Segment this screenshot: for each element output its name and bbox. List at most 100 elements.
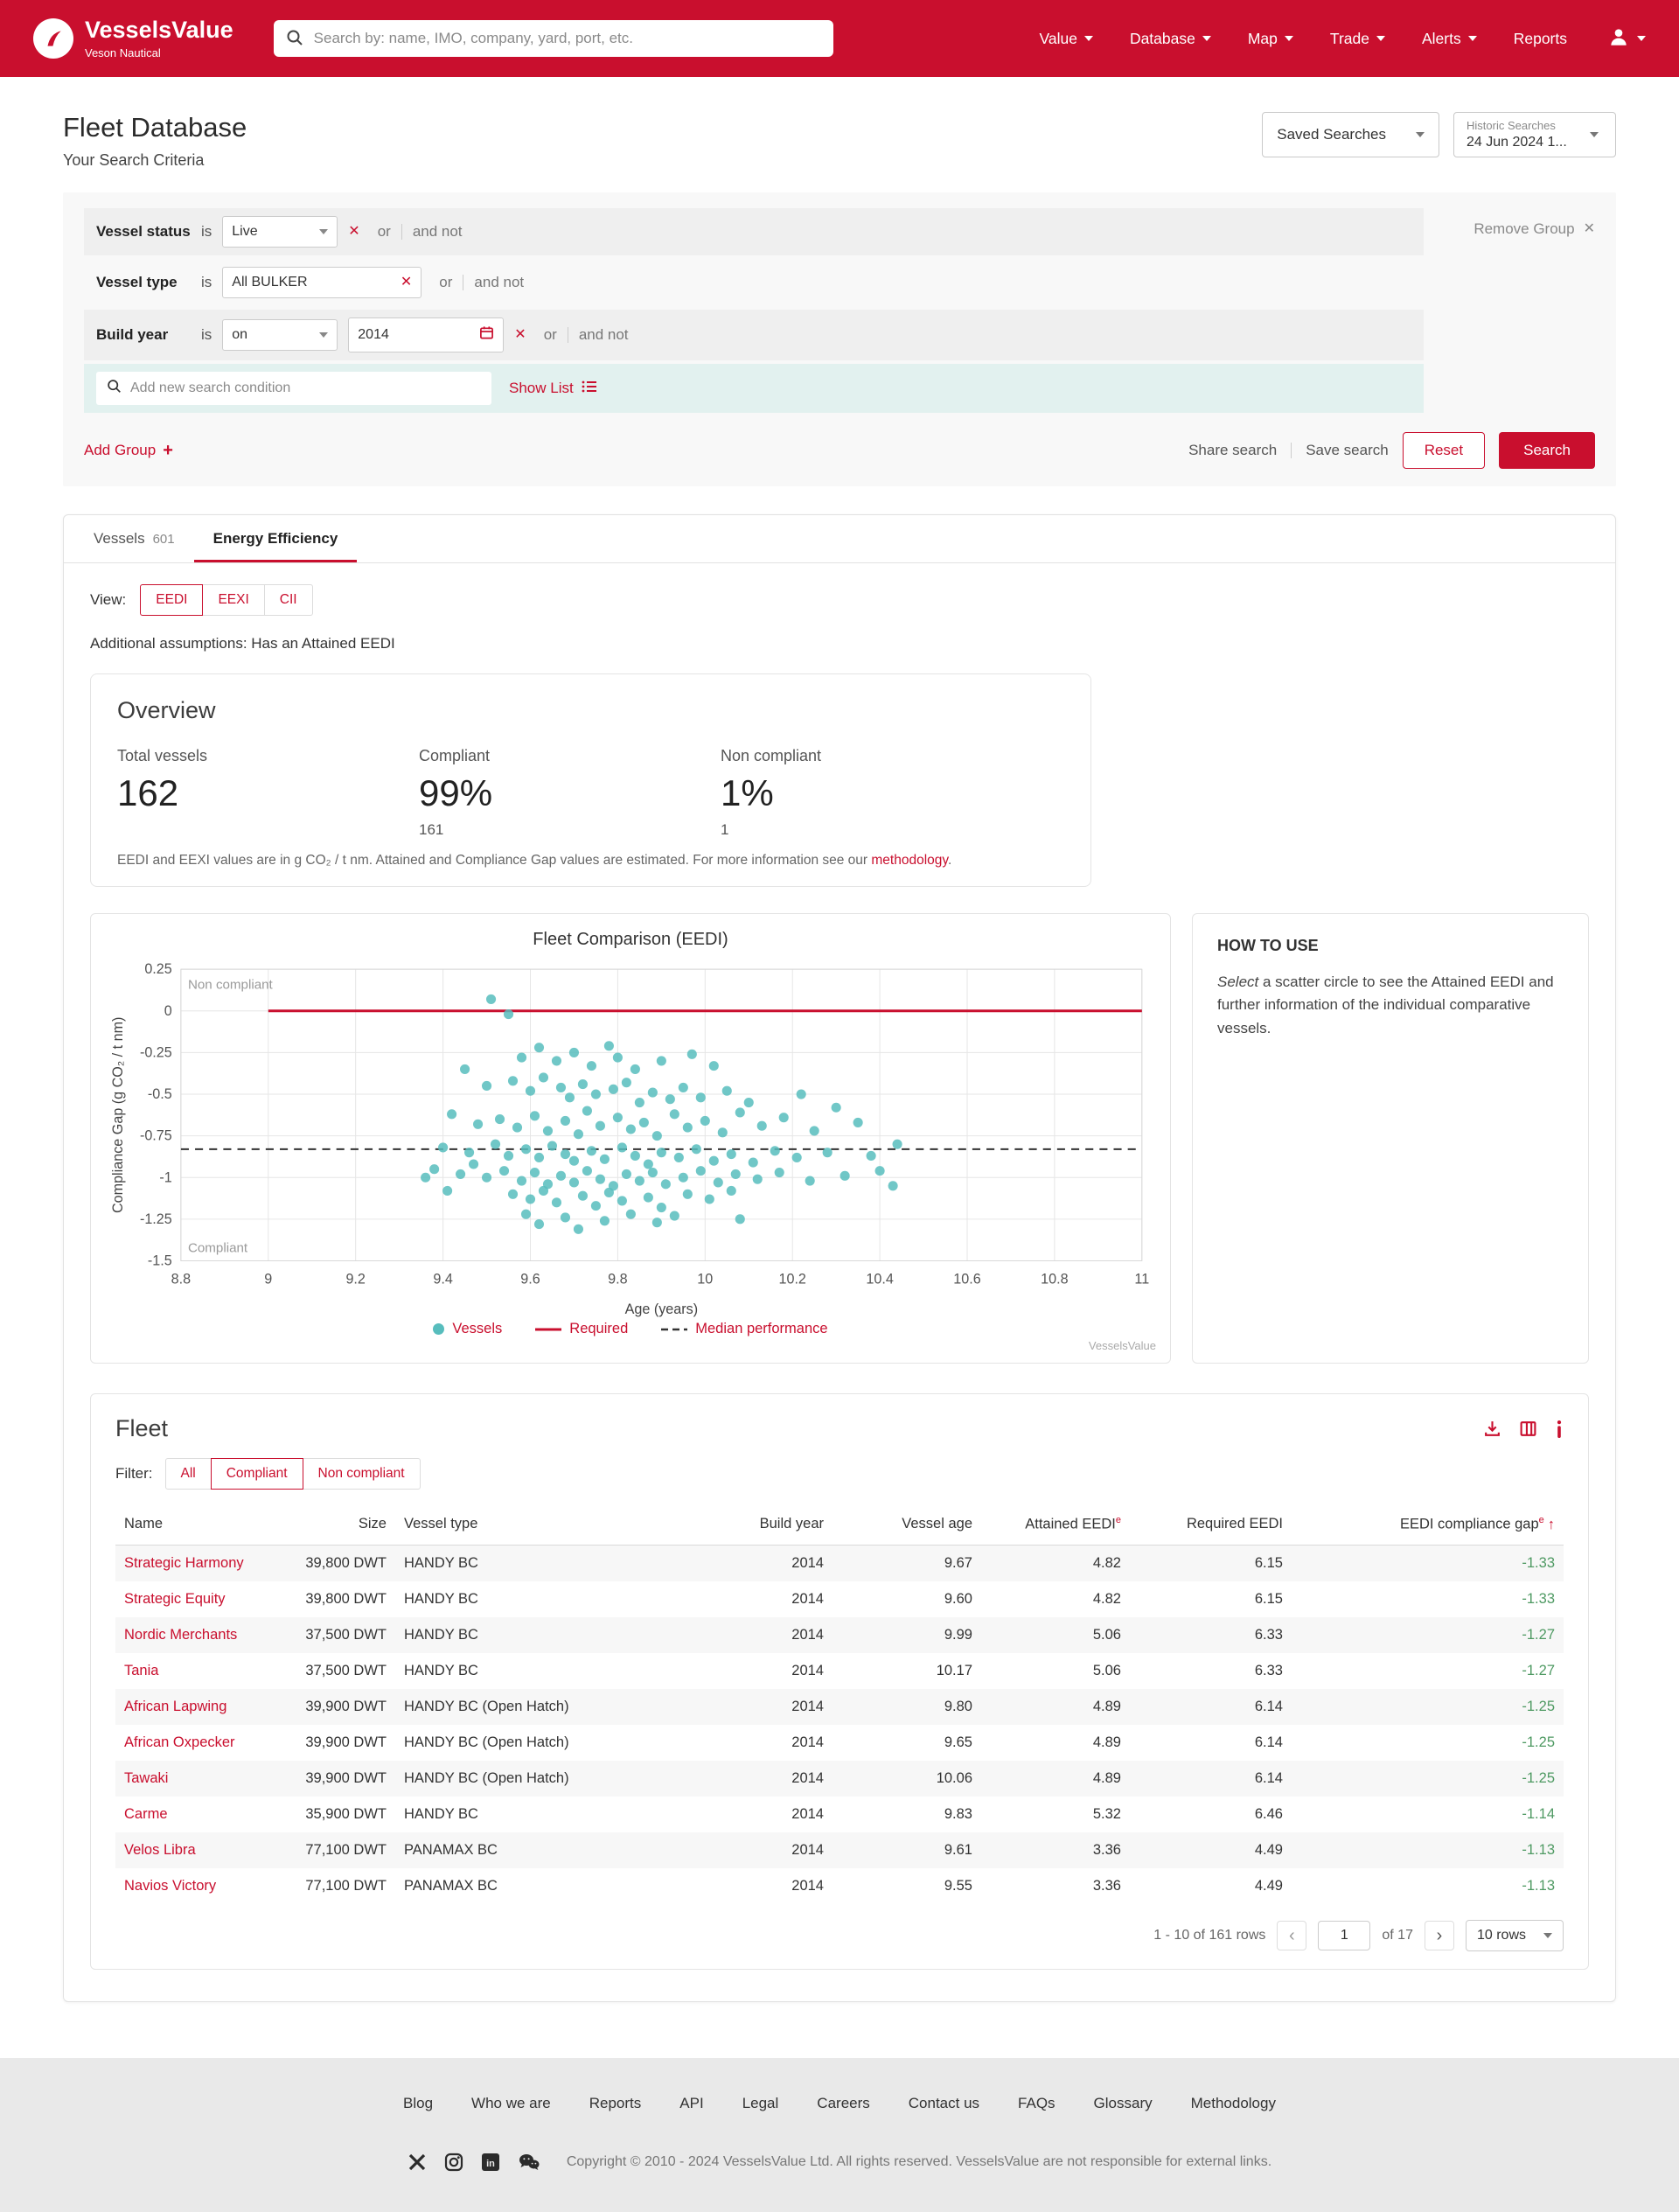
nav-item-database[interactable]: Database [1130, 30, 1211, 48]
col-attained-eedi[interactable]: Attained EEDIe [981, 1504, 1130, 1545]
nav-item-alerts[interactable]: Alerts [1422, 30, 1477, 48]
vessel-name-link[interactable]: Nordic Merchants [124, 1627, 237, 1643]
footer-link-contact-us[interactable]: Contact us [909, 2095, 979, 2112]
page-subtitle: Your Search Criteria [63, 151, 247, 170]
vessel-name-link[interactable]: Strategic Harmony [124, 1555, 244, 1571]
vessel-status-select[interactable]: Live [222, 216, 338, 248]
nav-item-reports[interactable]: Reports [1514, 30, 1567, 48]
add-group-link[interactable]: Add Group [84, 441, 173, 461]
remove-group-link[interactable]: Remove Group [1473, 208, 1595, 238]
col-required-eedi[interactable]: Required EEDI [1130, 1504, 1292, 1545]
legend-required[interactable]: Required [535, 1321, 628, 1337]
footer-link-who-we-are[interactable]: Who we are [471, 2095, 551, 2112]
estimated-marker: e [1116, 1515, 1121, 1525]
filter-non-compliant[interactable]: Non compliant [303, 1458, 421, 1490]
footer-link-reports[interactable]: Reports [589, 2095, 642, 2112]
and-not-link[interactable]: and not [579, 326, 629, 344]
cell-required: 6.14 [1130, 1761, 1292, 1797]
vessel-name-link[interactable]: Strategic Equity [124, 1591, 226, 1607]
nav-item-map[interactable]: Map [1248, 30, 1293, 48]
footer-link-blog[interactable]: Blog [403, 2095, 433, 2112]
brand-logo[interactable]: VesselsValue Veson Nautical [33, 18, 233, 59]
fleet-comparison-chart[interactable]: 8.899.29.49.69.81010.210.410.610.8110.25… [105, 955, 1156, 1319]
vessel-name-link[interactable]: Tania [124, 1663, 158, 1678]
search-icon [286, 29, 303, 51]
columns-icon[interactable] [1519, 1420, 1537, 1438]
show-list-link[interactable]: Show List [509, 380, 597, 398]
legend-vessels[interactable]: Vessels [433, 1321, 502, 1337]
share-search-link[interactable]: Share search [1188, 442, 1277, 459]
tab-energy-efficiency[interactable]: Energy Efficiency [194, 515, 358, 562]
vessel-name-link[interactable]: Navios Victory [124, 1878, 216, 1894]
footer-link-glossary[interactable]: Glossary [1094, 2095, 1153, 2112]
build-year-mode-select[interactable]: on [222, 319, 338, 351]
view-toggle-eexi[interactable]: EEXI [202, 584, 264, 616]
svg-text:-0.75: -0.75 [140, 1128, 172, 1144]
and-not-link[interactable]: and not [413, 223, 463, 241]
or-link[interactable]: or [439, 274, 452, 291]
add-condition-input[interactable] [130, 380, 481, 396]
page-number-input[interactable] [1318, 1921, 1370, 1950]
footer-link-careers[interactable]: Careers [817, 2095, 869, 2112]
nav-item-trade[interactable]: Trade [1330, 30, 1385, 48]
user-menu[interactable] [1607, 25, 1646, 52]
cell-age: 10.17 [833, 1653, 981, 1689]
cell-gap: -1.25 [1292, 1689, 1564, 1725]
footer-link-legal[interactable]: Legal [742, 2095, 779, 2112]
save-search-link[interactable]: Save search [1306, 442, 1389, 459]
vessel-name-link[interactable]: Tawaki [124, 1770, 168, 1786]
col-size[interactable]: Size [282, 1504, 395, 1545]
info-icon[interactable] [1555, 1420, 1564, 1438]
sort-asc-icon[interactable]: ↑ [1548, 1517, 1555, 1532]
svg-text:-1: -1 [159, 1169, 171, 1185]
next-page-button[interactable] [1425, 1921, 1454, 1950]
assumptions-text: Additional assumptions: Has an Attained … [64, 616, 1615, 652]
footer-link-methodology[interactable]: Methodology [1191, 2095, 1276, 2112]
col-eedi-compliance-gap[interactable]: EEDI compliance gape↑ [1292, 1504, 1564, 1545]
remove-condition-icon[interactable] [401, 276, 412, 290]
filter-compliant[interactable]: Compliant [211, 1458, 303, 1490]
remove-condition-icon[interactable] [514, 328, 526, 342]
pagination-range: 1 - 10 of 161 rows [1153, 1928, 1265, 1943]
build-year-date-input[interactable]: 2014 [348, 317, 504, 352]
calendar-icon[interactable] [479, 325, 494, 345]
footer-link-faqs[interactable]: FAQs [1018, 2095, 1055, 2112]
tab-vessels[interactable]: Vessels601 [74, 515, 194, 562]
search-button[interactable]: Search [1499, 432, 1595, 469]
view-toggle-cii[interactable]: CII [264, 584, 313, 616]
nav-item-value[interactable]: Value [1039, 30, 1092, 48]
or-link[interactable]: or [544, 326, 557, 344]
reset-button[interactable]: Reset [1403, 432, 1485, 469]
x-twitter-icon[interactable] [408, 2153, 427, 2172]
wechat-icon[interactable] [518, 2153, 540, 2172]
and-not-link[interactable]: and not [474, 274, 524, 291]
or-link[interactable]: or [378, 223, 391, 241]
cell-attained: 4.89 [981, 1725, 1130, 1761]
rows-per-page-select[interactable]: 10 rows [1466, 1920, 1564, 1951]
legend-median[interactable]: Median performance [661, 1321, 827, 1337]
svg-text:9.2: 9.2 [345, 1272, 365, 1287]
vessel-name-link[interactable]: Carme [124, 1806, 168, 1822]
instagram-icon[interactable] [444, 2153, 463, 2172]
divider [401, 224, 402, 240]
col-vessel-type[interactable]: Vessel type [395, 1504, 693, 1545]
remove-condition-icon[interactable] [348, 225, 359, 239]
vessel-name-link[interactable]: African Lapwing [124, 1699, 226, 1714]
col-name[interactable]: Name [115, 1504, 282, 1545]
vessel-type-chip[interactable]: All BULKER [222, 267, 421, 298]
col-build-year[interactable]: Build year [693, 1504, 833, 1545]
historic-searches-dropdown[interactable]: Historic Searches 24 Jun 2024 1... [1453, 112, 1616, 157]
prev-page-button[interactable] [1277, 1921, 1306, 1950]
export-icon[interactable] [1483, 1420, 1501, 1438]
methodology-link[interactable]: methodology [871, 853, 948, 868]
view-toggle-eedi[interactable]: EEDI [140, 584, 203, 616]
global-search-input[interactable] [274, 20, 833, 57]
saved-searches-dropdown[interactable]: Saved Searches [1262, 112, 1439, 157]
footer-link-api[interactable]: API [679, 2095, 703, 2112]
vessel-name-link[interactable]: African Oxpecker [124, 1734, 235, 1750]
filter-all[interactable]: All [165, 1458, 212, 1490]
vessel-name-link[interactable]: Velos Libra [124, 1842, 196, 1858]
linkedin-icon[interactable]: in [481, 2153, 500, 2172]
chevron-down-icon [1468, 36, 1477, 41]
col-vessel-age[interactable]: Vessel age [833, 1504, 981, 1545]
